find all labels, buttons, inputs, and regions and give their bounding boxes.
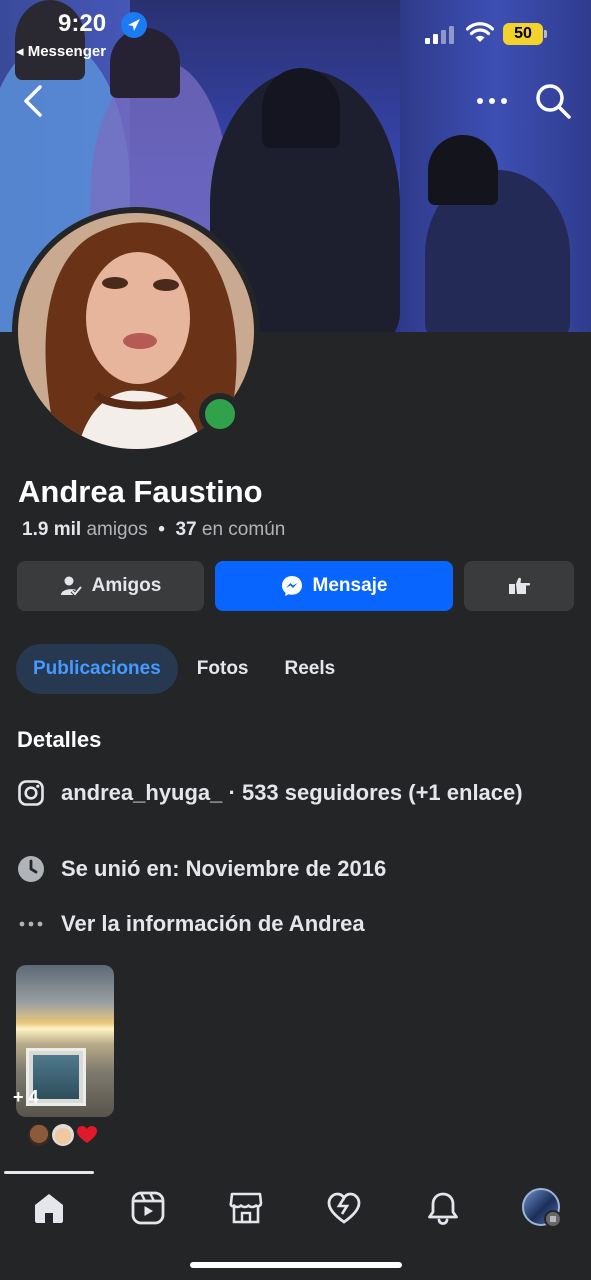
wifi-icon: [466, 22, 494, 42]
emoji-elder-icon: [52, 1124, 74, 1146]
reaction-emojis: [28, 1124, 100, 1146]
search-icon[interactable]: [534, 82, 572, 120]
message-button[interactable]: Mensaje: [215, 561, 453, 611]
home-icon[interactable]: [31, 1190, 67, 1226]
marketplace-icon[interactable]: [228, 1190, 264, 1226]
featured-count: + 4: [13, 1087, 39, 1107]
mutual-label: en común: [201, 519, 286, 540]
details-heading: Detalles: [17, 727, 102, 752]
heart-emoji-icon: [76, 1124, 98, 1146]
online-status-dot: [199, 393, 241, 435]
mutual-count: 37: [175, 519, 197, 540]
instagram-text: andrea_hyuga_ · 533 seguidores (+1 enlac…: [61, 780, 523, 805]
tab-publicaciones[interactable]: Publicaciones: [16, 644, 178, 694]
battery-cap: [544, 30, 547, 38]
status-bar: 9:20 ◂ Messenger 50: [0, 0, 591, 70]
notifications-icon[interactable]: [425, 1190, 461, 1226]
location-icon: [121, 12, 147, 38]
status-time: 9:20: [58, 10, 107, 37]
friends-label: amigos: [86, 519, 148, 540]
home-indicator: [190, 1262, 402, 1268]
menu-badge-icon: [544, 1210, 562, 1228]
profile-tabs: Publicaciones Fotos Reels: [16, 644, 354, 694]
poke-icon: [509, 577, 531, 594]
cellular-signal-icon: [425, 26, 457, 44]
messenger-icon: [281, 576, 302, 596]
dating-icon[interactable]: [326, 1190, 362, 1226]
battery-indicator: 50: [503, 23, 543, 45]
friends-button[interactable]: Amigos: [17, 561, 204, 611]
detail-instagram[interactable]: andrea_hyuga_ · 533 seguidores (+1 enlac…: [17, 779, 531, 807]
friends-button-label: Amigos: [91, 575, 162, 596]
tab-reels[interactable]: Reels: [268, 644, 353, 694]
more-options-icon[interactable]: [472, 86, 512, 116]
profile-name: Andrea Faustino: [18, 474, 263, 509]
emoji-person-icon: [28, 1124, 50, 1146]
friends-count: 1.9 mil: [22, 519, 82, 540]
friends-summary[interactable]: 1.9 mil amigos • 37 en común: [22, 519, 285, 541]
tab-fotos[interactable]: Fotos: [180, 644, 266, 694]
clock-icon: [18, 856, 44, 882]
back-arrow-icon[interactable]: [18, 84, 48, 118]
menu-avatar-icon[interactable]: [522, 1188, 562, 1228]
joined-text: Se unió en: Noviembre de 2016: [61, 856, 387, 881]
message-button-label: Mensaje: [312, 575, 388, 596]
video-icon[interactable]: [130, 1190, 166, 1226]
detail-joined: Se unió en: Noviembre de 2016: [17, 855, 531, 883]
detail-more-info[interactable]: Ver la información de Andrea: [17, 910, 531, 938]
separator-dot: •: [158, 519, 165, 540]
instagram-icon: [18, 780, 44, 806]
more-info-text: Ver la información de Andrea: [61, 911, 365, 936]
ellipsis-icon: [19, 921, 43, 927]
back-to-messenger-link[interactable]: ◂ Messenger: [16, 42, 106, 60]
friend-check-icon: [60, 576, 82, 597]
poke-more-button[interactable]: [464, 561, 574, 611]
